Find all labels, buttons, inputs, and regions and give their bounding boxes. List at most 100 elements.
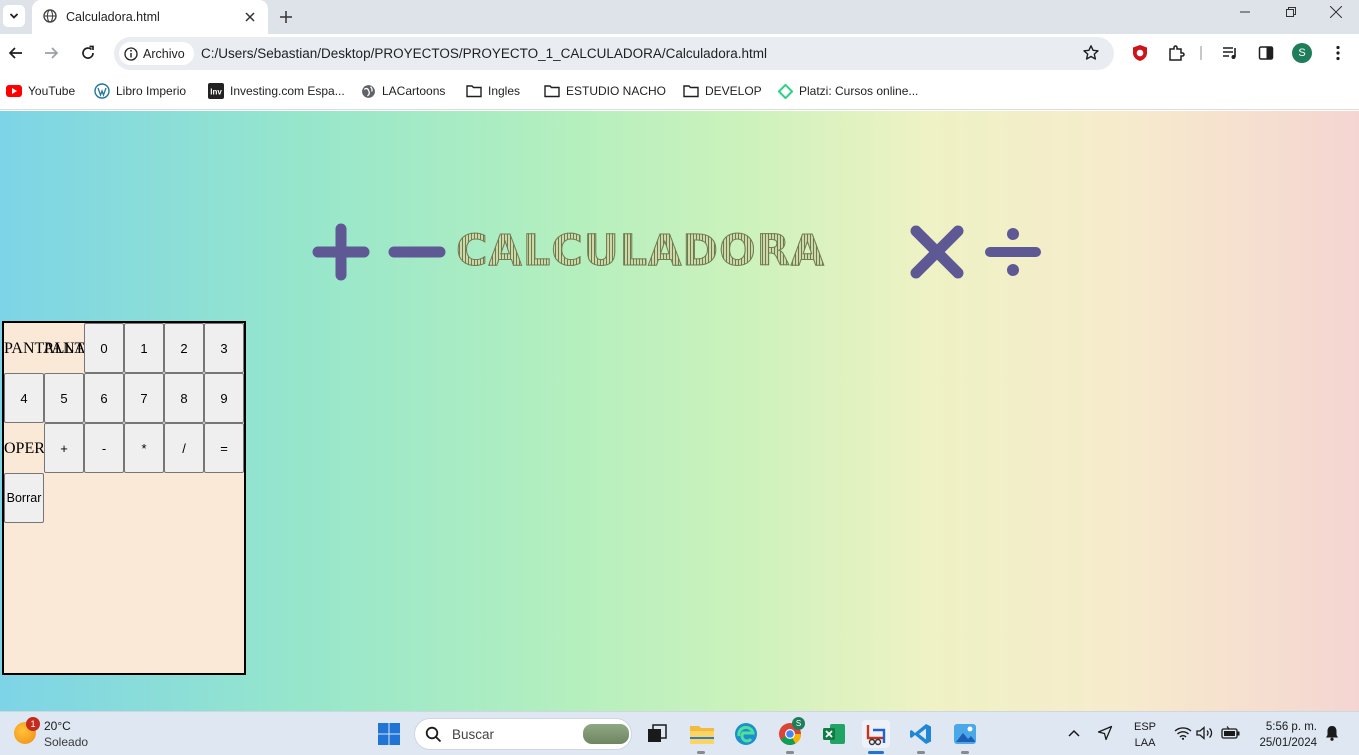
bookmark-label: LACartoons — [382, 84, 446, 98]
bookmark-label: Libro Imperio — [116, 84, 187, 98]
digit-2-button[interactable]: 2 — [164, 323, 204, 373]
banner-title: CALCULADORA — [455, 224, 825, 279]
minimize-icon — [1240, 11, 1250, 13]
profile-avatar[interactable]: S — [1292, 43, 1312, 63]
svg-text:Inv: Inv — [210, 88, 222, 97]
digit-0-button[interactable]: 0 — [84, 323, 124, 373]
tab-search-button[interactable] — [3, 5, 25, 27]
side-panel-button[interactable] — [1256, 43, 1276, 63]
arrow-left-icon — [8, 47, 22, 59]
close-icon[interactable] — [242, 9, 258, 25]
search-placeholder: Buscar — [452, 727, 495, 742]
bookmark-libro-imperio[interactable]: Libro Imperio — [94, 82, 186, 100]
bookmark-folder-ingles[interactable]: Ingles — [466, 82, 520, 100]
folder-icon — [466, 83, 482, 99]
snipping-tool-button[interactable] — [862, 720, 890, 748]
reload-button[interactable] — [78, 43, 98, 63]
multiply-button[interactable]: * — [124, 423, 164, 473]
notification-bell-icon[interactable] — [1325, 725, 1339, 741]
plus-button[interactable]: + — [44, 423, 84, 473]
bookmark-folder-estudio-nacho[interactable]: ESTUDIO NACHO — [544, 82, 666, 100]
restore-button[interactable] — [1268, 0, 1314, 24]
bookmark-lacartoons[interactable]: LACartoons — [360, 82, 445, 100]
speaker-icon[interactable] — [1196, 726, 1214, 740]
windows-start-icon[interactable] — [378, 723, 400, 745]
back-button[interactable] — [6, 43, 26, 63]
task-view-button[interactable] — [643, 720, 671, 748]
digit-3-button[interactable]: 3 — [204, 323, 244, 373]
snipping-tool-icon — [866, 725, 886, 746]
running-indicator — [786, 751, 794, 754]
reload-icon — [82, 45, 94, 59]
bookmark-label: Investing.com Espa... — [230, 84, 345, 98]
minus-button[interactable]: - — [84, 423, 124, 473]
bookmark-label: ESTUDIO NACHO — [566, 84, 667, 98]
edge-button[interactable] — [732, 720, 760, 748]
wifi-icon[interactable] — [1174, 726, 1192, 740]
notification-badge: 1 — [26, 717, 40, 731]
toolbar-divider — [1200, 46, 1202, 60]
menu-button[interactable] — [1328, 43, 1348, 63]
ublock-extension-button[interactable] — [1130, 43, 1150, 63]
new-tab-icon[interactable] — [278, 9, 294, 25]
keyboard-layout: LAA — [1134, 737, 1156, 749]
digit-4-button[interactable]: 4 — [4, 373, 44, 423]
system-clock[interactable]: 5:56 p. m. 25/01/2024 — [1255, 719, 1317, 751]
close-window-button[interactable] — [1313, 0, 1359, 24]
digit-6-button[interactable]: 6 — [84, 373, 124, 423]
divide-button[interactable]: / — [164, 423, 204, 473]
weather-condition: Soleado — [44, 735, 89, 749]
url-text[interactable]: C:/Users/Sebastian/Desktop/PROYECTOS/PRO… — [201, 46, 767, 61]
calculator: PANTALLA PANTALLA 0 1 2 3 4 5 6 7 8 9 OP… — [2, 321, 246, 675]
chevron-down-icon — [9, 13, 19, 19]
digit-5-button[interactable]: 5 — [44, 373, 84, 423]
input-language[interactable]: ESP LAA — [1134, 719, 1156, 751]
plus-sign-icon — [312, 223, 370, 281]
digit-7-button[interactable]: 7 — [124, 373, 164, 423]
photos-icon — [954, 724, 976, 744]
vscode-button[interactable] — [907, 720, 935, 748]
task-view-icon — [648, 724, 667, 742]
digit-8-button[interactable]: 8 — [164, 373, 204, 423]
wordpress-icon — [94, 83, 110, 99]
bookmark-platzi[interactable]: Platzi: Cursos online... — [777, 82, 918, 100]
battery-icon[interactable] — [1221, 726, 1241, 740]
vscode-icon — [910, 724, 931, 744]
extensions-button[interactable] — [1166, 43, 1186, 63]
bookmark-youtube[interactable]: YouTube — [6, 82, 75, 100]
site-info-chip[interactable]: Archivo — [119, 42, 194, 65]
forward-button[interactable] — [41, 43, 61, 63]
weather-temp: 20°C — [44, 719, 71, 733]
search-highlight-image — [583, 724, 629, 744]
bookmark-star-icon[interactable] — [1082, 44, 1100, 62]
bookmark-label: YouTube — [28, 84, 76, 98]
address-bar[interactable]: Archivo C:/Users/Sebastian/Desktop/PROYE… — [114, 37, 1114, 70]
bookmark-investing[interactable]: Inv Investing.com Espa... — [208, 82, 345, 100]
puzzle-icon — [1169, 45, 1185, 61]
digit-9-button[interactable]: 9 — [204, 373, 244, 423]
page-viewport: CALCULADORA PANTALLA PANTALLA 0 1 2 3 4 … — [0, 111, 1359, 711]
minus-sign-icon — [388, 246, 446, 258]
search-icon — [425, 726, 442, 743]
equals-button[interactable]: = — [204, 423, 244, 473]
folder-icon — [690, 726, 714, 744]
file-explorer-button[interactable] — [688, 720, 716, 748]
clear-button[interactable]: Borrar — [4, 473, 44, 523]
browser-toolbar: Archivo C:/Users/Sebastian/Desktop/PROYE… — [0, 34, 1359, 72]
browser-tab[interactable]: Calculadora.html — [32, 0, 268, 34]
minimize-button[interactable] — [1222, 0, 1268, 24]
taskbar-search[interactable]: Buscar — [414, 718, 632, 750]
running-indicator — [961, 751, 969, 754]
bookmark-folder-develop[interactable]: DEVELOP — [683, 82, 762, 100]
oper-label: OPER — [4, 440, 45, 457]
photos-button[interactable] — [951, 720, 979, 748]
digit-1-button[interactable]: 1 — [124, 323, 164, 373]
media-button[interactable] — [1220, 43, 1240, 63]
excel-button[interactable] — [820, 720, 848, 748]
chrome-profile-badge: S — [792, 717, 805, 730]
kebab-menu-icon — [1336, 45, 1340, 61]
chevron-up-icon[interactable] — [1068, 729, 1080, 737]
clock-time: 5:56 p. m. — [1265, 721, 1317, 733]
location-arrow-icon[interactable] — [1097, 725, 1113, 741]
language-code: ESP — [1134, 721, 1157, 733]
